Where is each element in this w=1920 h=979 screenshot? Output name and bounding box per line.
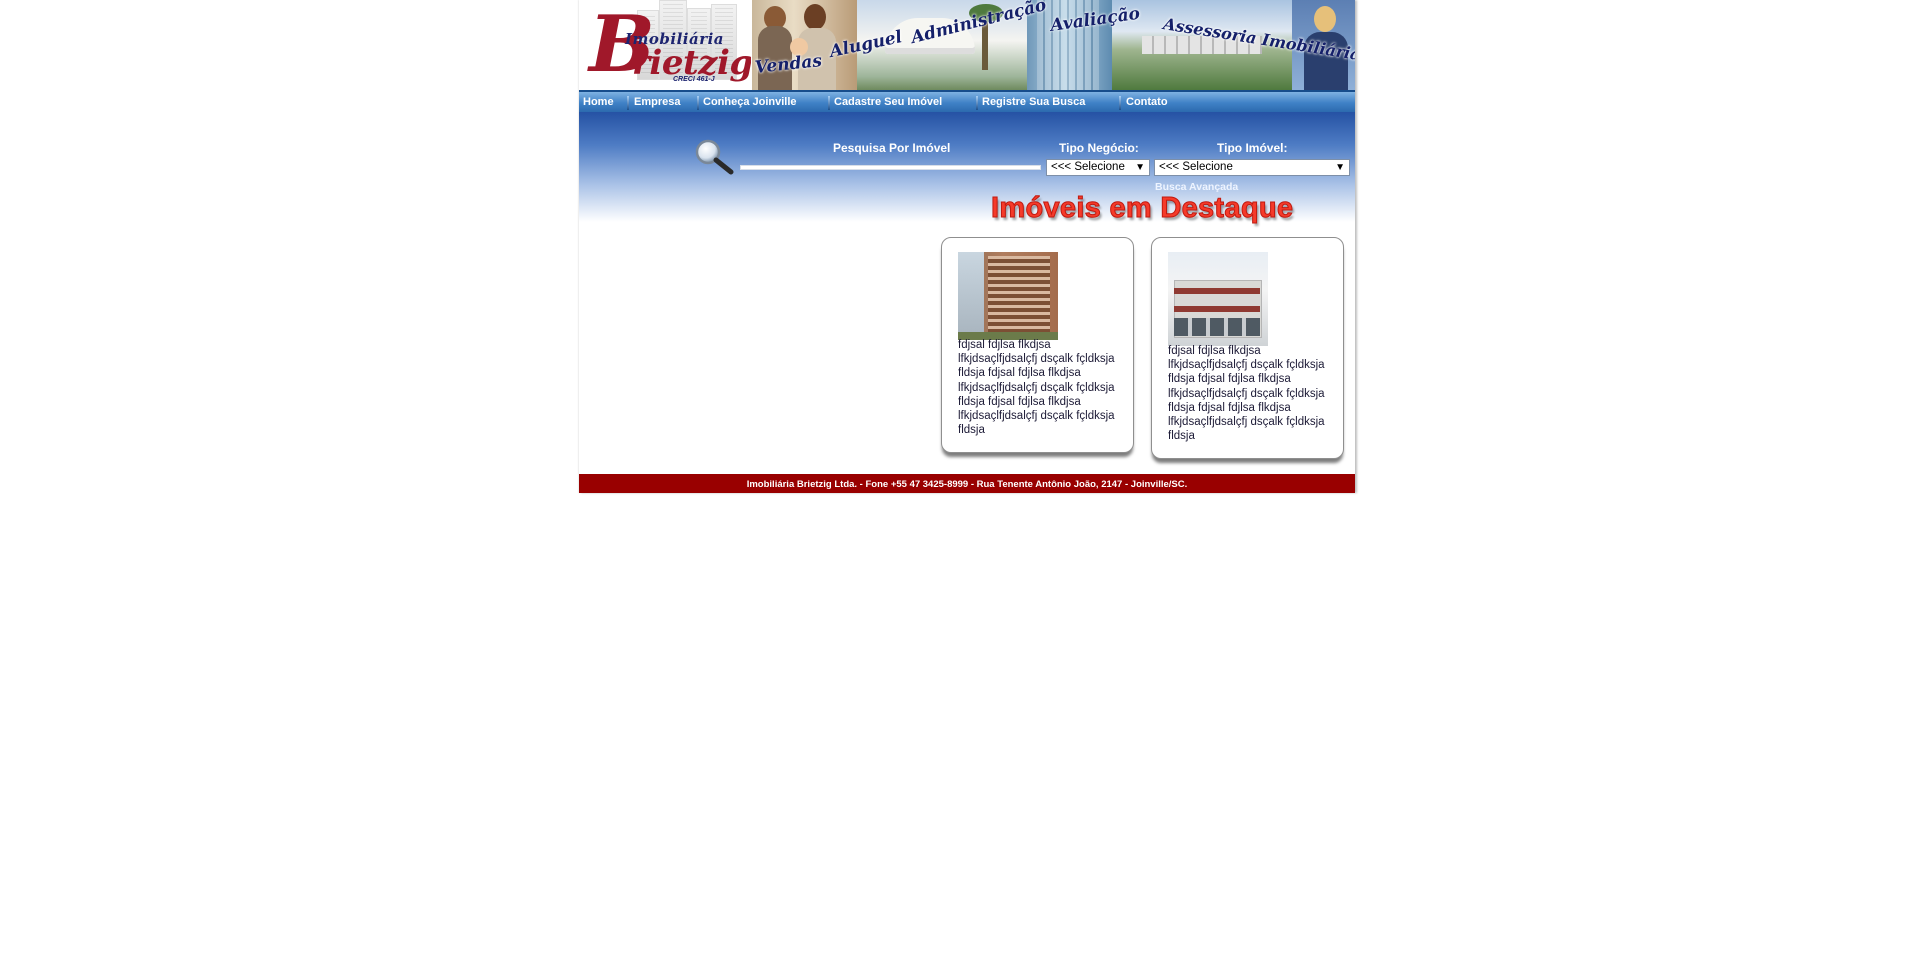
nav-separator: [828, 96, 830, 110]
property-photo[interactable]: [958, 252, 1058, 340]
main-nav: Home Empresa Conheça Joinville Cadastre …: [579, 90, 1355, 112]
nav-item-empresa[interactable]: Empresa: [634, 94, 680, 112]
search-panel: Pesquisa Por Imóvel Tipo Negócio: <<< Se…: [579, 112, 1355, 225]
page-container: B Imobiliária rietzig CRECI 461-J Vendas…: [579, 0, 1355, 493]
logo-creci: CRECI 461-J: [673, 76, 715, 83]
property-description: fdjsal fdjlsa flkdjsa lfkjdsaçlfjdsalçfj…: [958, 339, 1115, 437]
dropdown-arrow-icon: ▼: [1135, 162, 1145, 173]
tipo-imovel-select[interactable]: <<< Selecione ▼: [1154, 159, 1350, 176]
nav-separator: [976, 96, 978, 110]
nav-item-registre-busca[interactable]: Registre Sua Busca: [982, 94, 1085, 112]
nav-separator: [697, 96, 699, 110]
nav-separator: [627, 96, 629, 110]
tipo-negocio-select[interactable]: <<< Selecione ▼: [1046, 159, 1150, 176]
tipo-negocio-label: Tipo Negócio:: [1059, 141, 1139, 155]
dropdown-arrow-icon: ▼: [1335, 162, 1345, 173]
footer-text: Imobiliária Brietzig Ltda. - Fone +55 47…: [746, 479, 1188, 490]
featured-title: Imóveis em Destaque: [990, 192, 1294, 225]
search-input[interactable]: [740, 165, 1041, 170]
site-logo[interactable]: B Imobiliária rietzig CRECI 461-J: [579, 0, 751, 90]
footer: Imobiliária Brietzig Ltda. - Fone +55 47…: [579, 474, 1355, 493]
nav-item-conheca-joinville[interactable]: Conheça Joinville: [703, 94, 797, 112]
tipo-imovel-value: <<< Selecione: [1159, 161, 1233, 173]
logo-line2: rietzig: [632, 43, 751, 83]
nav-item-cadastre-imovel[interactable]: Cadastre Seu Imóvel: [834, 94, 942, 112]
property-photo[interactable]: [1168, 252, 1268, 346]
featured-card[interactable]: fdjsal fdjlsa flkdjsa lfkjdsaçlfjdsalçfj…: [1151, 237, 1344, 459]
header-banner: Vendas Aluguel Administração Avaliação A…: [752, 0, 1355, 90]
nav-item-home[interactable]: Home: [583, 94, 614, 112]
nav-item-contato[interactable]: Contato: [1126, 94, 1168, 112]
nav-separator: [1119, 96, 1121, 110]
search-title: Pesquisa Por Imóvel: [833, 141, 951, 155]
header: B Imobiliária rietzig CRECI 461-J Vendas…: [579, 0, 1355, 90]
tipo-negocio-value: <<< Selecione: [1051, 161, 1125, 173]
featured-card[interactable]: fdjsal fdjlsa flkdjsa lfkjdsaçlfjdsalçfj…: [941, 237, 1134, 453]
property-description: fdjsal fdjlsa flkdjsa lfkjdsaçlfjdsalçfj…: [1168, 345, 1325, 443]
tipo-imovel-label: Tipo Imóvel:: [1217, 141, 1288, 155]
magnifier-icon: [695, 139, 734, 175]
